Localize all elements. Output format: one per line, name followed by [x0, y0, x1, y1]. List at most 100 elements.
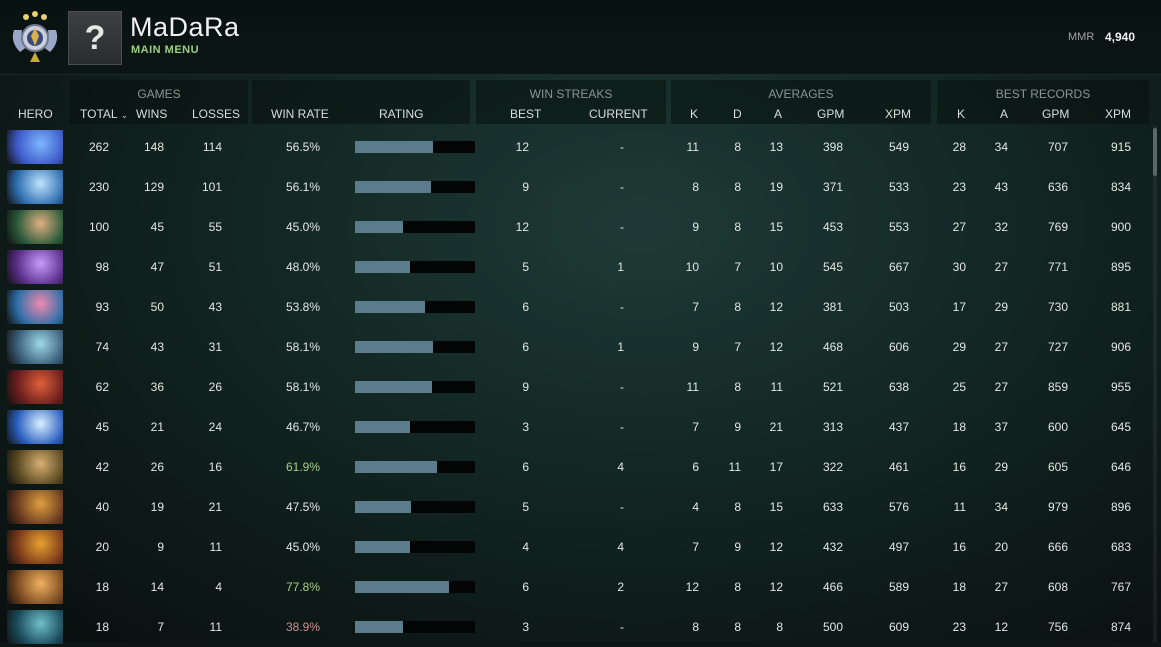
row-avg-k: 7: [692, 420, 699, 434]
row-rec-xpm: 683: [1110, 540, 1131, 554]
col-header-hero[interactable]: HERO: [18, 107, 53, 121]
col-header-rec-gpm[interactable]: GPM: [1042, 107, 1069, 121]
table-row[interactable]: 98 47 51 48.0% 5 1 10 7 10 545 667 30 27 771 895: [0, 247, 1150, 287]
avatar[interactable]: ?: [68, 11, 122, 65]
col-header-rating[interactable]: RATING: [379, 107, 423, 121]
row-wins: 14: [150, 580, 164, 594]
table-row[interactable]: 18 7 11 38.9% 3 - 8 8 8 500 609 23 12 756 874: [0, 607, 1150, 647]
games-group-title: GAMES: [137, 87, 181, 101]
table-row[interactable]: 230 129 101 56.1% 9 - 8 8 19 371 533 23 43 636 834: [0, 167, 1150, 207]
table-row[interactable]: 93 50 43 53.8% 6 - 7 8 12 381 503 17 29 730 881: [0, 287, 1150, 327]
table-row[interactable]: 62 36 26 58.1% 9 - 11 8 11 521 638 25 27 859 955: [0, 367, 1150, 407]
rating-bar-fill: [355, 461, 437, 473]
row-rec-a: 27: [994, 260, 1008, 274]
rating-bar: [355, 461, 475, 473]
col-header-losses[interactable]: LOSSES: [192, 107, 240, 121]
row-avg-xpm: 533: [888, 180, 909, 194]
hero-portrait-icon[interactable]: [7, 250, 63, 284]
table-row[interactable]: 40 19 21 47.5% 5 - 4 8 15 633 576 11 34 979 896: [0, 487, 1150, 527]
hero-portrait-icon[interactable]: [7, 290, 63, 324]
row-streak-current: -: [620, 300, 624, 314]
row-rec-xpm: 896: [1110, 500, 1131, 514]
row-losses: 24: [208, 420, 222, 434]
row-streak-best: 4: [522, 540, 529, 554]
hero-portrait-icon[interactable]: [7, 210, 63, 244]
hero-portrait-icon[interactable]: [7, 370, 63, 404]
row-rec-a: 37: [994, 420, 1008, 434]
row-avg-xpm: 461: [888, 460, 909, 474]
hero-portrait-icon[interactable]: [7, 410, 63, 444]
row-losses: 4: [215, 580, 222, 594]
col-header-rec-xpm[interactable]: XPM: [1105, 107, 1131, 121]
row-rec-a: 29: [994, 460, 1008, 474]
table-row[interactable]: 42 26 16 61.9% 6 4 6 11 17 322 461 16 29 605 646: [0, 447, 1150, 487]
hero-portrait-icon[interactable]: [7, 570, 63, 604]
scrollbar[interactable]: [1153, 126, 1157, 642]
hero-portrait-icon[interactable]: [7, 330, 63, 364]
row-rec-a: 27: [994, 580, 1008, 594]
col-header-streak-current[interactable]: CURRENT: [589, 107, 648, 121]
row-wins: 36: [150, 380, 164, 394]
row-avg-d: 8: [734, 580, 741, 594]
row-avg-gpm: 322: [822, 460, 843, 474]
row-rec-k: 16: [952, 460, 966, 474]
hero-portrait-icon[interactable]: [7, 530, 63, 564]
profile-header: ? MaDaRa MAIN MENU MMR 4,940: [0, 0, 1161, 75]
row-avg-gpm: 500: [822, 620, 843, 634]
row-avg-gpm: 468: [822, 340, 843, 354]
row-avg-k: 11: [686, 140, 699, 154]
col-header-avg-xpm[interactable]: XPM: [885, 107, 911, 121]
col-header-rec-k[interactable]: K: [957, 107, 965, 121]
col-header-avg-a[interactable]: A: [774, 107, 782, 121]
row-total: 20: [95, 540, 109, 554]
row-avg-xpm: 589: [888, 580, 909, 594]
table-row[interactable]: 20 9 11 45.0% 4 4 7 9 12 432 497 16 20 666 683: [0, 527, 1150, 567]
row-avg-d: 11: [728, 460, 741, 474]
col-header-wins[interactable]: WINS: [136, 107, 167, 121]
row-avg-a: 8: [776, 620, 783, 634]
row-wins: 45: [150, 220, 164, 234]
row-avg-d: 8: [734, 620, 741, 634]
win-streaks-group-title: WIN STREAKS: [529, 87, 613, 101]
row-avg-a: 11: [770, 380, 783, 394]
table-row[interactable]: 74 43 31 58.1% 6 1 9 7 12 468 606 29 27 727 906: [0, 327, 1150, 367]
rating-bar: [355, 341, 475, 353]
row-rec-gpm: 666: [1047, 540, 1068, 554]
row-avg-k: 11: [686, 380, 699, 394]
col-header-total[interactable]: TOTAL ⌄: [80, 107, 128, 121]
row-wins: 50: [150, 300, 164, 314]
hero-portrait-icon[interactable]: [7, 450, 63, 484]
row-total: 93: [95, 300, 109, 314]
hero-portrait-icon[interactable]: [7, 490, 63, 524]
col-header-avg-d[interactable]: D: [733, 107, 742, 121]
row-rec-a: 32: [994, 220, 1008, 234]
rating-bar-fill: [355, 341, 433, 353]
table-row[interactable]: 18 14 4 77.8% 6 2 12 8 12 466 589 18 27 608 767: [0, 567, 1150, 607]
col-header-win-rate[interactable]: WIN RATE: [271, 107, 329, 121]
row-win-rate: 45.0%: [285, 540, 320, 554]
col-header-rec-a[interactable]: A: [1000, 107, 1008, 121]
row-streak-best: 12: [515, 140, 529, 154]
row-win-rate: 56.5%: [285, 140, 320, 154]
row-streak-best: 6: [522, 580, 529, 594]
col-header-avg-k[interactable]: K: [690, 107, 698, 121]
col-header-avg-gpm[interactable]: GPM: [817, 107, 844, 121]
hero-portrait-icon[interactable]: [7, 170, 63, 204]
hero-portrait-icon[interactable]: [7, 610, 63, 644]
row-total: 40: [95, 500, 109, 514]
scrollbar-thumb[interactable]: [1153, 128, 1157, 176]
row-win-rate: 61.9%: [285, 460, 320, 474]
row-total: 42: [95, 460, 109, 474]
row-avg-d: 8: [734, 220, 741, 234]
col-header-streak-best[interactable]: BEST: [510, 107, 541, 121]
row-streak-best: 5: [522, 260, 529, 274]
hero-portrait-icon[interactable]: [7, 130, 63, 164]
row-streak-best: 3: [522, 420, 529, 434]
row-avg-d: 9: [734, 420, 741, 434]
main-menu-link[interactable]: MAIN MENU: [131, 44, 199, 56]
row-rec-gpm: 730: [1047, 300, 1068, 314]
table-row[interactable]: 45 21 24 46.7% 3 - 7 9 21 313 437 18 37 600 645: [0, 407, 1150, 447]
table-row[interactable]: 262 148 114 56.5% 12 - 11 8 13 398 549 28 34 707 915: [0, 127, 1150, 167]
table-row[interactable]: 100 45 55 45.0% 12 - 9 8 15 453 553 27 32 769 900: [0, 207, 1150, 247]
row-streak-best: 3: [522, 620, 529, 634]
